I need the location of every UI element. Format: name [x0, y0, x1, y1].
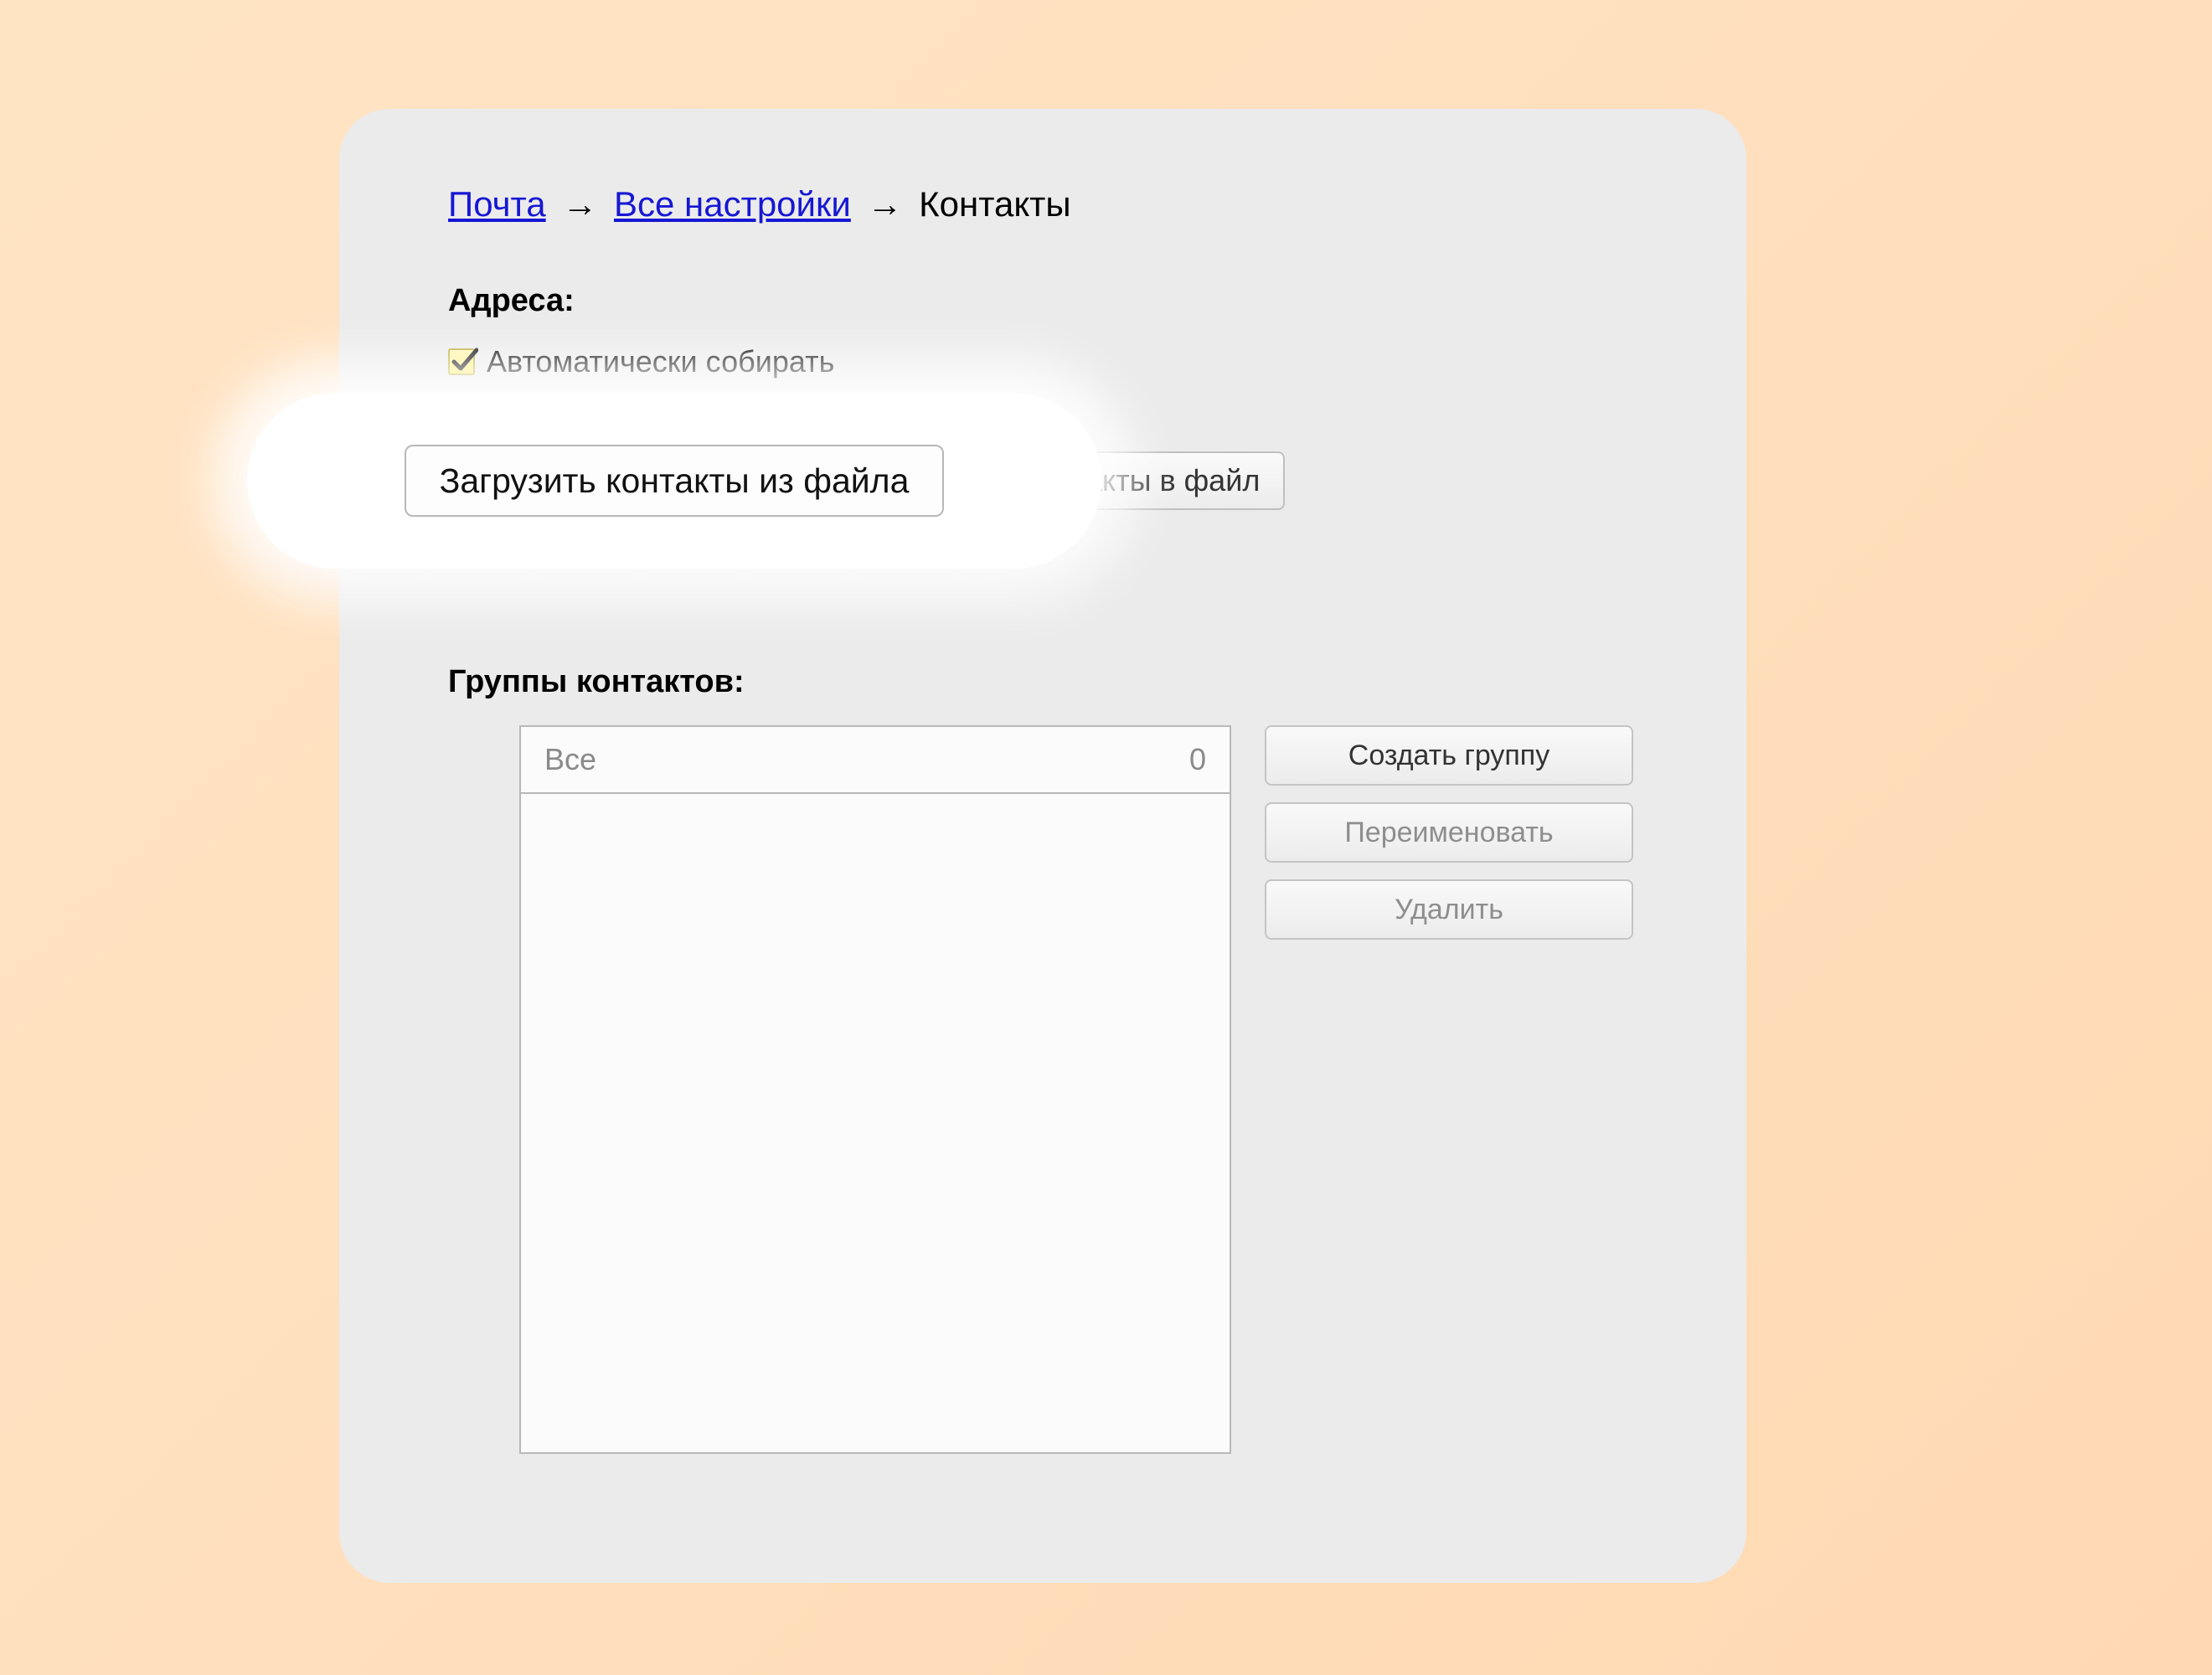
group-all-label: Все	[544, 742, 596, 777]
group-list-item-all[interactable]: Все 0	[521, 727, 1230, 794]
auto-collect-checkbox[interactable]	[448, 348, 475, 375]
create-group-button[interactable]: Создать группу	[1265, 725, 1633, 786]
load-contacts-button[interactable]: Загрузить контакты из файла	[405, 445, 945, 517]
breadcrumb-sep-1: →	[562, 184, 597, 224]
group-list: Все 0	[519, 725, 1231, 1454]
create-group-label: Создать группу	[1348, 740, 1549, 772]
addresses-label: Адреса:	[448, 283, 1679, 319]
breadcrumb: Почта → Все настройки → Контакты	[448, 184, 1679, 224]
auto-collect-label: Автоматически собирать	[487, 344, 834, 379]
breadcrumb-all-settings-link[interactable]: Все настройки	[614, 184, 851, 224]
highlight-pill: Загрузить контакты из файла	[247, 393, 1101, 569]
rename-group-label: Переименовать	[1344, 817, 1553, 849]
contact-groups-label: Группы контактов:	[448, 664, 1679, 700]
action-row: ь контакты в файл Загрузить контакты из …	[448, 413, 1679, 564]
breadcrumb-sep-2: →	[868, 184, 903, 224]
contact-groups-section: Группы контактов: Все 0 Создать группу П…	[448, 664, 1679, 1454]
group-buttons: Создать группу Переименовать Удалить	[1265, 725, 1633, 1454]
breadcrumb-current: Контакты	[919, 184, 1070, 224]
delete-group-button[interactable]: Удалить	[1265, 879, 1633, 940]
delete-group-label: Удалить	[1395, 894, 1503, 926]
breadcrumb-mail-link[interactable]: Почта	[448, 184, 546, 224]
rename-group-button[interactable]: Переименовать	[1265, 802, 1633, 863]
load-contacts-label: Загрузить контакты из файла	[440, 461, 910, 501]
group-all-count: 0	[1189, 742, 1206, 777]
settings-panel: Почта → Все настройки → Контакты Адреса:…	[339, 109, 1746, 1583]
contact-groups-layout: Все 0 Создать группу Переименовать Удали…	[448, 725, 1679, 1454]
auto-collect-row: Автоматически собирать	[448, 344, 1679, 379]
